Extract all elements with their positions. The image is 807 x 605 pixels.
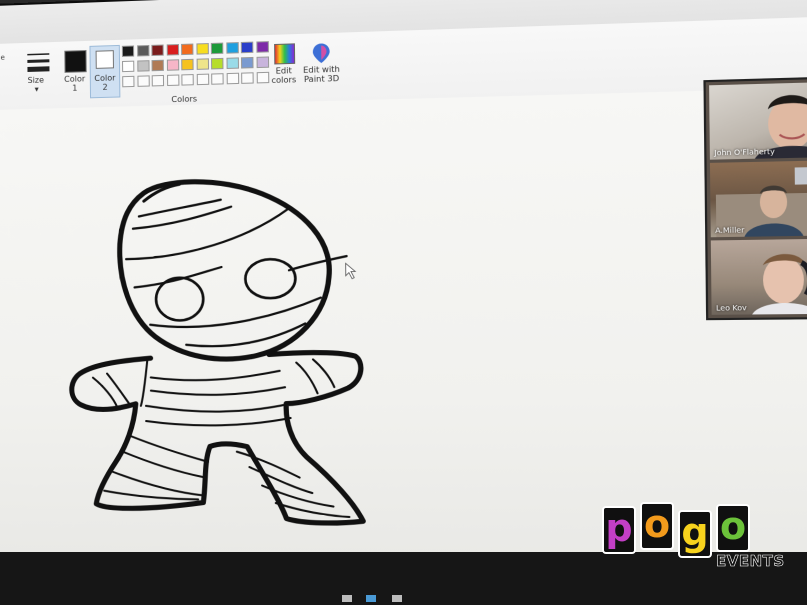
edit-colors-label: Edit colors [271,66,297,86]
palette-swatch[interactable] [151,44,164,57]
palette-swatch[interactable] [122,60,135,73]
participant-name: John O'Flaherty [714,147,775,158]
cursor-icon [346,263,356,279]
taskbar-app-icon[interactable] [366,595,376,602]
color1-label: Color 1 [64,74,86,93]
logo-letter: o [716,504,750,552]
pogo-events-logo: p o g o EVENTS [598,500,798,590]
participant-name: Leo Kov [715,303,747,313]
size-button[interactable]: Size ▾ [21,48,56,99]
palette-swatch[interactable] [210,42,224,55]
palette-swatch-empty[interactable] [181,74,194,86]
participant-tile[interactable]: A.Miller [709,159,807,238]
edit-paint3d-button[interactable]: Edit with Paint 3D [301,39,341,94]
palette-swatch[interactable] [196,58,209,70]
outline-dropdown[interactable]: tline [0,54,5,63]
palette-swatch-empty[interactable] [122,75,135,88]
minimize-button[interactable]: — [798,0,807,6]
line-size-icon [27,52,50,72]
color1-button[interactable]: Color 1 [61,47,88,98]
participant-tile[interactable]: Leo Kov [710,238,807,315]
palette-swatch[interactable] [181,58,194,71]
palette-swatch[interactable] [166,44,179,56]
chevron-down-icon: ▾ [34,84,39,94]
palette-swatch-empty[interactable] [196,73,209,86]
palette-swatch[interactable] [240,41,254,54]
edit-colors-button[interactable]: Edit colors [268,40,300,94]
taskbar-app-icon[interactable] [392,595,402,602]
palette-swatch[interactable] [121,45,135,57]
palette-swatch[interactable] [136,60,150,72]
palette-swatch-empty[interactable] [136,75,150,87]
palette-swatch-empty[interactable] [211,73,224,85]
palette-swatch-empty[interactable] [241,72,254,84]
palette-swatch[interactable] [210,57,224,70]
logo-tagline: EVENTS [716,552,785,571]
palette-icon [274,43,296,65]
logo-letter: g [678,510,712,558]
participant-name: A.Miller [715,226,745,236]
taskbar-app-icon[interactable] [342,595,352,602]
colors-group-label: Colors [171,94,198,105]
color2-button[interactable]: Color 2 [89,44,121,99]
video-call-panel: John O'Flaherty A.Miller Leo Kov [705,78,807,319]
palette-swatch[interactable] [166,59,179,71]
edit-paint3d-label: Edit with Paint 3D [303,64,340,85]
logo-letter: p [602,506,636,554]
palette-swatch-empty[interactable] [226,72,239,85]
participant-tile[interactable]: John O'Flaherty [709,81,807,160]
color2-label: Color 2 [94,73,116,92]
palette-swatch[interactable] [225,42,239,54]
palette-swatch[interactable] [195,43,209,55]
logo-letter: o [640,502,674,550]
palette-swatch-empty[interactable] [256,71,269,84]
paint3d-icon [312,43,330,64]
palette-swatch[interactable] [151,59,164,72]
color2-swatch [95,50,114,69]
photo-of-monitor: — ▢ tline Size ▾ Color 1 Color 2 [0,0,807,605]
palette-swatch[interactable] [136,44,149,57]
palette-swatch[interactable] [256,56,269,69]
palette-swatch-empty[interactable] [166,74,179,87]
palette-swatch[interactable] [240,56,254,69]
palette-swatch-empty[interactable] [151,74,165,87]
color1-swatch [64,50,87,73]
palette-swatch[interactable] [225,57,239,70]
size-label: Size [27,75,45,86]
color-palette [121,41,272,94]
palette-swatch[interactable] [255,41,269,53]
palette-swatch[interactable] [181,43,194,56]
